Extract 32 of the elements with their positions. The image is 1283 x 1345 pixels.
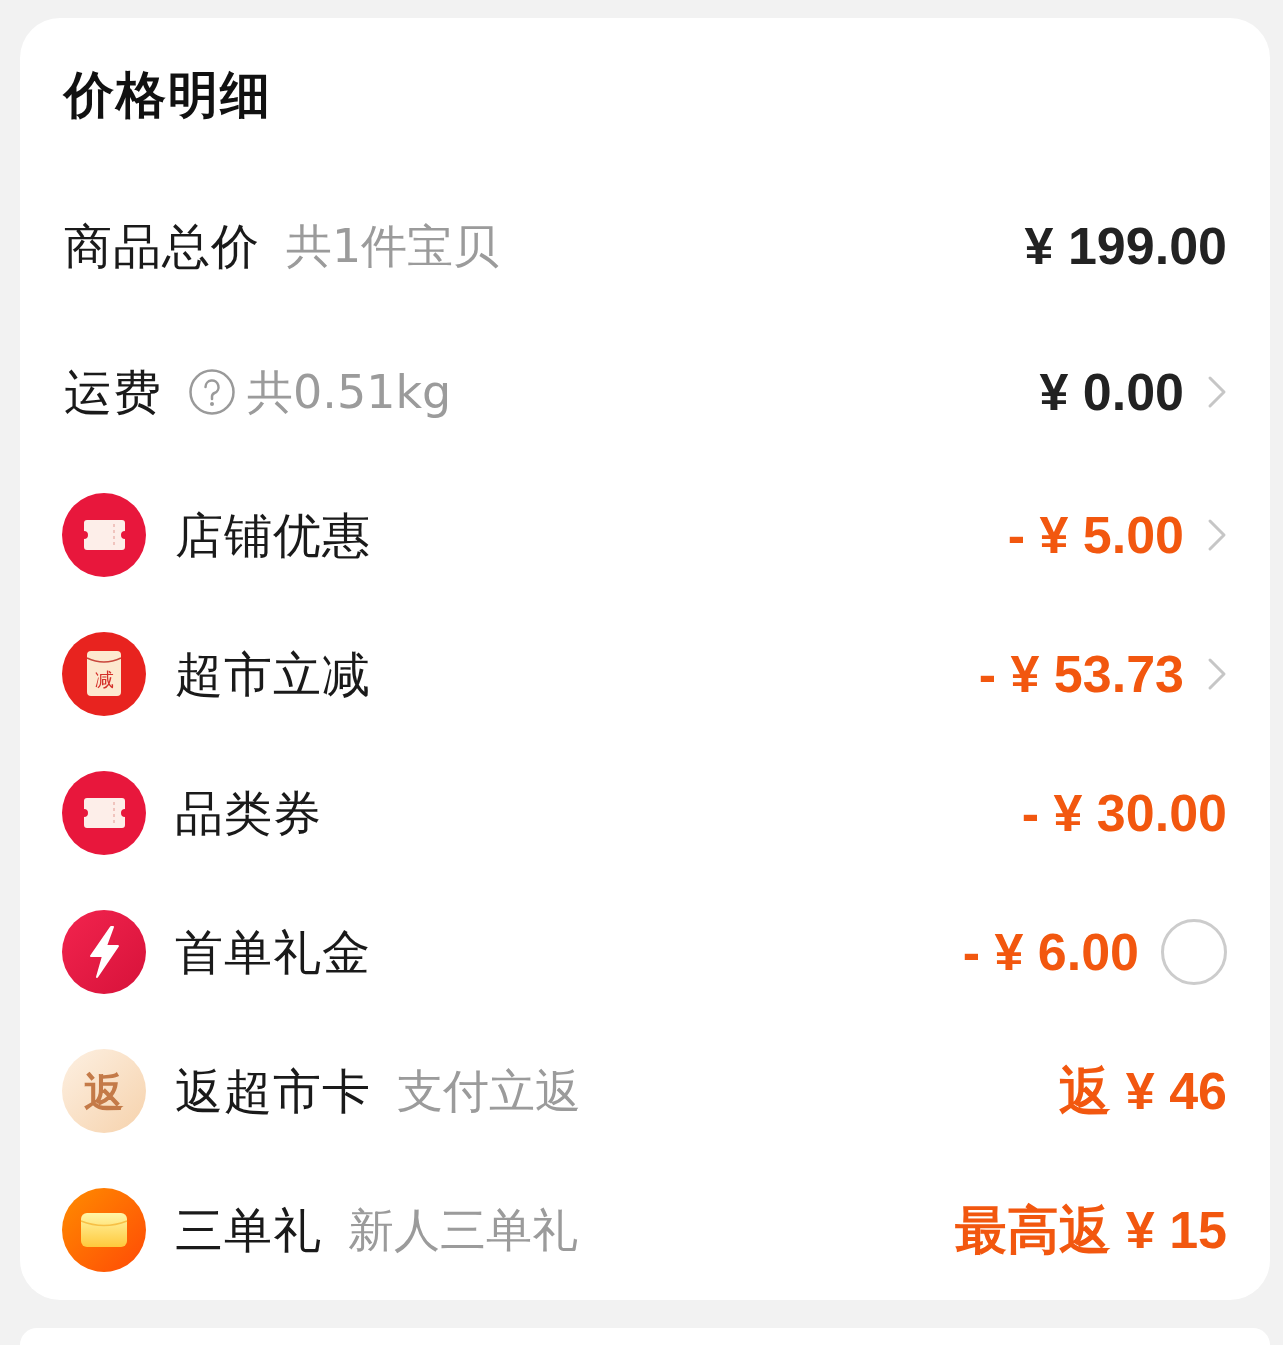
row-label: 品类券 <box>175 783 322 843</box>
row-note: 支付立返 <box>397 1062 581 1120</box>
row-label: 三单礼 <box>175 1200 322 1260</box>
chevron-icon[interactable] <box>1207 375 1227 409</box>
section-title: 价格明细 <box>64 65 272 125</box>
ticket-icon <box>62 770 146 855</box>
amount-value: ¥ 199.00 <box>1024 216 1227 276</box>
chevron-icon[interactable] <box>1207 656 1227 691</box>
lightning-icon <box>62 909 146 994</box>
chevron-icon[interactable] <box>1207 517 1227 552</box>
row-label: 首单礼金 <box>175 922 371 982</box>
row-note: 新人三单礼 <box>348 1201 578 1259</box>
amount-value: - ¥ 6.00 <box>962 921 1139 982</box>
discount-badge-icon: 减 <box>62 631 146 716</box>
amount-value: 返 ¥ 46 <box>1059 1060 1227 1121</box>
checkbox[interactable] <box>1161 918 1227 985</box>
amount-value: - ¥ 5.00 <box>1007 504 1184 565</box>
amount-value: 最高返 ¥ 15 <box>955 1199 1227 1260</box>
amount-value: ¥ 0.00 <box>1039 362 1184 422</box>
row-label: 运费 <box>64 363 162 422</box>
ticket-icon <box>62 492 146 577</box>
row-label: 返超市卡 <box>175 1061 371 1121</box>
amount-value: - ¥ 30.00 <box>1021 782 1227 843</box>
row-label: 商品总价 <box>64 217 260 276</box>
amount-value: - ¥ 53.73 <box>978 643 1184 704</box>
row-note: 共1件宝贝 <box>286 218 500 275</box>
help-icon[interactable] <box>189 369 235 415</box>
envelope-icon <box>62 1187 146 1272</box>
row-label: 超市立减 <box>175 644 371 704</box>
row-label: 店铺优惠 <box>175 505 371 565</box>
character-badge-icon: 返 <box>62 1048 146 1133</box>
row-note: 共0.51kg <box>247 364 452 421</box>
